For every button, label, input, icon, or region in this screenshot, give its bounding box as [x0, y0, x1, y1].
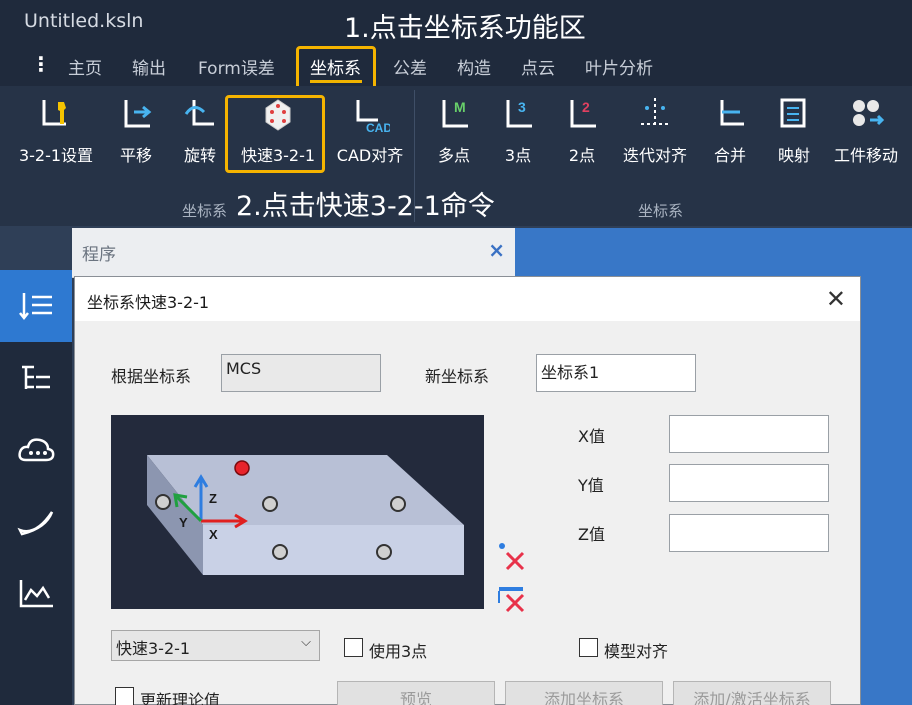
window-title: Untitled.ksln [24, 10, 144, 32]
menu-item-output[interactable]: 输出 [132, 54, 166, 79]
tool-label: 工件移动 [833, 146, 898, 165]
add-coord-button[interactable]: 添加坐标系 [505, 681, 663, 705]
tool-label: 映射 [777, 146, 810, 165]
rotate-icon [184, 100, 214, 126]
sidebar-program-button[interactable] [0, 270, 72, 342]
menu-item-home[interactable]: 主页 [68, 54, 102, 79]
annotation-step2: 2.点击快速3-2-1命令 [236, 191, 495, 222]
translate-icon [124, 100, 152, 128]
part-block-illustration: Z X Y [147, 455, 464, 575]
menu-item-point-cloud[interactable]: 点云 [521, 54, 555, 79]
tool-321-setup[interactable]: 3-2-1设置 [12, 94, 100, 174]
svg-text:Z: Z [209, 491, 217, 506]
add-activate-coord-button[interactable]: 添加/激活坐标系 [673, 681, 831, 705]
tool-translate[interactable]: 平移 [112, 94, 160, 174]
mode-select-value: 快速3-2-1 [116, 639, 191, 658]
dialog-title: 坐标系快速3-2-1 [87, 293, 210, 312]
program-close-icon[interactable]: × [488, 238, 505, 262]
wrench-axes-icon [42, 100, 66, 126]
new-coord-field[interactable]: 坐标系1 [536, 354, 696, 392]
svg-text:X: X [209, 527, 218, 542]
tool-label: 3点 [504, 146, 532, 165]
multi-point-icon: M [442, 99, 468, 128]
workpiece-move-icon [853, 100, 885, 126]
tool-cad-align[interactable]: CAD CAD对齐 [330, 94, 410, 174]
sidebar-tree-button[interactable] [0, 342, 72, 414]
tool-label: 2点 [568, 146, 596, 165]
base-coord-field[interactable]: MCS [221, 354, 381, 392]
x-value-label: X值 [578, 427, 605, 446]
mode-select[interactable]: 快速3-2-1 ⌵ [111, 630, 320, 661]
quick-321-dialog: 坐标系快速3-2-1 ✕ 根据坐标系 MCS 新坐标系 坐标系1 X值 Y值 Z… [74, 276, 861, 705]
dialog-close-icon[interactable]: ✕ [826, 285, 846, 313]
tool-iterative-align[interactable]: 迭代对齐 [618, 94, 692, 174]
sidebar-cloud-button[interactable] [0, 414, 72, 486]
part-preview-image: Z X Y [111, 415, 484, 609]
sort-list-icon [19, 293, 52, 321]
iterative-align-icon [641, 98, 669, 128]
two-point-icon: 2 [570, 99, 596, 128]
update-theoretical-checkbox[interactable] [115, 687, 134, 705]
program-panel-title: 程序 [82, 245, 116, 265]
tool-mapping[interactable]: 映射 [772, 94, 816, 174]
tree-list-icon [22, 365, 50, 389]
chevron-down-icon: ⌵ [301, 635, 311, 650]
svg-text:3: 3 [518, 99, 526, 115]
use-3-points-label: 使用3点 [369, 642, 428, 661]
preview-button[interactable]: 预览 [337, 681, 495, 705]
menu-item-blade-analysis[interactable]: 叶片分析 [585, 54, 653, 79]
tool-merge[interactable]: 合并 [708, 94, 752, 174]
svg-text:Y: Y [179, 515, 188, 530]
model-align-checkbox[interactable] [579, 638, 598, 657]
use-3-points-checkbox[interactable] [344, 638, 363, 657]
tool-multi-point[interactable]: M 多点 [432, 94, 476, 174]
dialog-titlebar: 坐标系快速3-2-1 ✕ [75, 277, 860, 321]
svg-text:2: 2 [582, 99, 590, 115]
cloud-icon [18, 438, 55, 462]
base-coord-label: 根据坐标系 [111, 367, 192, 386]
menu-item-tolerance[interactable]: 公差 [393, 54, 427, 79]
svg-text:M: M [454, 99, 466, 115]
program-panel: 程序 × [72, 228, 515, 278]
highlight-tool-box [225, 95, 325, 173]
cad-axes-icon: CAD [356, 100, 390, 134]
tool-label: 平移 [119, 146, 152, 165]
sidebar-chart-button[interactable] [0, 558, 72, 630]
z-value-label: Z值 [578, 525, 605, 544]
menu-item-form-error[interactable]: Form误差 [198, 54, 275, 79]
tool-workpiece-move[interactable]: 工件移动 [828, 94, 904, 174]
ribbon-group1-label: 坐标系 [182, 202, 228, 220]
tool-two-point[interactable]: 2 2点 [562, 94, 602, 174]
new-coord-label: 新坐标系 [425, 367, 490, 386]
z-value-input[interactable] [669, 514, 829, 552]
app-menu-icon[interactable]: ⋮ [31, 52, 51, 76]
ribbon-group2-label: 坐标系 [638, 202, 684, 220]
update-theoretical-label: 更新理论值 [140, 691, 221, 705]
three-point-icon: 3 [506, 99, 532, 128]
tool-label: 合并 [713, 146, 746, 165]
menu-item-construct[interactable]: 构造 [457, 54, 491, 79]
svg-text:CAD: CAD [366, 121, 390, 134]
line-chart-icon [19, 580, 53, 608]
tool-label: 多点 [437, 146, 470, 165]
tool-rotate[interactable]: 旋转 [176, 94, 224, 174]
tool-label: 迭代对齐 [622, 146, 687, 165]
clear-point-icon[interactable] [497, 541, 527, 575]
highlight-menu-box [296, 46, 376, 90]
sidebar-curve-button[interactable] [0, 486, 72, 558]
tool-label: 旋转 [183, 146, 216, 165]
annotation-step1: 1.点击坐标系功能区 [344, 13, 586, 44]
y-value-label: Y值 [578, 476, 604, 495]
blade-curve-icon [17, 511, 54, 536]
merge-icon [720, 100, 744, 126]
tool-label: 3-2-1设置 [18, 146, 94, 165]
clear-all-icon[interactable] [497, 583, 527, 617]
mapping-icon [780, 98, 806, 128]
x-value-input[interactable] [669, 415, 829, 453]
tool-label: CAD对齐 [336, 146, 404, 165]
model-align-label: 模型对齐 [604, 642, 669, 661]
tool-three-point[interactable]: 3 3点 [498, 94, 538, 174]
y-value-input[interactable] [669, 464, 829, 502]
